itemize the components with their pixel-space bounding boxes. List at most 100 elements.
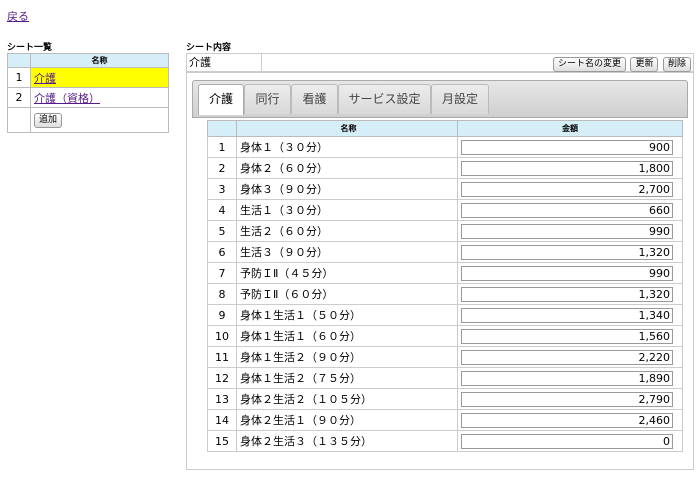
amount-input[interactable]	[461, 433, 673, 449]
add-sheet-button[interactable]: 追加	[34, 113, 63, 128]
fee-row-name: 身体２生活３（１３５分）	[236, 430, 458, 452]
fee-row-num: 7	[207, 262, 237, 284]
fee-row-amount-cell	[457, 157, 683, 179]
fee-row-name: 生活１（３０分）	[236, 199, 458, 221]
tab-service-settings[interactable]: サービス設定	[338, 84, 431, 114]
fee-table-row: 4 生活１（３０分）	[207, 199, 683, 221]
fee-row-amount-cell	[457, 409, 683, 431]
amount-input[interactable]	[461, 370, 673, 386]
fee-table-row: 9 身体１生活１（５０分）	[207, 304, 683, 326]
amount-input[interactable]	[461, 202, 673, 218]
fee-table-row: 1 身体１（３０分）	[207, 136, 683, 158]
sheet-list-header-num	[7, 53, 31, 68]
sheet-link-kaigo-shikaku[interactable]: 介護（資格）	[34, 92, 100, 105]
amount-input[interactable]	[461, 223, 673, 239]
fee-row-num: 8	[207, 283, 237, 305]
fee-table-row: 8 予防ＩⅡ（６０分）	[207, 283, 683, 305]
tab-kaigo[interactable]: 介護	[198, 84, 244, 115]
sheet-action-buttons: シート名の変更 更新 削除	[552, 56, 691, 72]
amount-input[interactable]	[461, 412, 673, 428]
fee-row-amount-cell	[457, 325, 683, 347]
fee-row-amount-cell	[457, 178, 683, 200]
fee-row-amount-cell	[457, 136, 683, 158]
fee-table-header-name: 名称	[236, 120, 458, 137]
fee-row-name: 予防ＩⅡ（６０分）	[236, 283, 458, 305]
amount-input[interactable]	[461, 244, 673, 260]
fee-row-name: 予防ＩⅡ（４５分）	[236, 262, 458, 284]
fee-row-name: 身体３（９０分）	[236, 178, 458, 200]
amount-input[interactable]	[461, 307, 673, 323]
amount-input[interactable]	[461, 328, 673, 344]
tab-doko[interactable]: 同行	[244, 84, 291, 114]
fee-row-name: 身体１生活２（７５分）	[236, 367, 458, 389]
sheet-list-row-num: 1	[7, 67, 31, 88]
sheet-list-row-name: 介護（資格）	[30, 87, 169, 108]
fee-row-num: 14	[207, 409, 237, 431]
sheet-list-row-name: 介護	[30, 67, 169, 88]
fee-row-name: 身体２生活１（９０分）	[236, 409, 458, 431]
sheet-list-row: 1 介護	[7, 67, 169, 88]
fee-row-name: 身体１生活１（６０分）	[236, 325, 458, 347]
amount-input[interactable]	[461, 265, 673, 281]
fee-row-num: 10	[207, 325, 237, 347]
sheet-content-panel: 介護 同行 看護 サービス設定 月設定 名称 金額 1身体１（３０分）2身体２（…	[186, 72, 694, 470]
fee-table-row: 3 身体３（９０分）	[207, 178, 683, 200]
fee-table-row: 7 予防ＩⅡ（４５分）	[207, 262, 683, 284]
fee-table-row: 11 身体１生活２（９０分）	[207, 346, 683, 368]
fee-row-num: 5	[207, 220, 237, 242]
fee-row-amount-cell	[457, 262, 683, 284]
tab-kango[interactable]: 看護	[291, 84, 338, 114]
fee-table-row: 2 身体２（６０分）	[207, 157, 683, 179]
fee-row-name: 身体２生活２（１０５分）	[236, 388, 458, 410]
fee-table-header-amount: 金額	[457, 120, 683, 137]
fee-row-name: 身体１生活２（９０分）	[236, 346, 458, 368]
fee-row-num: 12	[207, 367, 237, 389]
back-link[interactable]: 戻る	[7, 8, 29, 24]
amount-input[interactable]	[461, 160, 673, 176]
fee-row-num: 11	[207, 346, 237, 368]
fee-table-header-row: 名称 金額	[207, 120, 683, 137]
fee-row-amount-cell	[457, 367, 683, 389]
fee-row-name: 身体１（３０分）	[236, 136, 458, 158]
fee-row-num: 6	[207, 241, 237, 263]
fee-row-amount-cell	[457, 199, 683, 221]
fee-row-num: 3	[207, 178, 237, 200]
sheet-list-row-num: 2	[7, 87, 31, 108]
fee-row-amount-cell	[457, 304, 683, 326]
rename-sheet-button[interactable]: シート名の変更	[552, 57, 626, 72]
sheet-list-add-row: 追加	[7, 107, 169, 133]
fee-row-name: 身体１生活１（５０分）	[236, 304, 458, 326]
fee-table-row: 14 身体２生活１（９０分）	[207, 409, 683, 431]
tab-month-settings[interactable]: 月設定	[431, 84, 489, 114]
fee-row-name: 身体２（６０分）	[236, 157, 458, 179]
fee-row-amount-cell	[457, 430, 683, 452]
fee-table-row: 15 身体２生活３（１３５分）	[207, 430, 683, 452]
fee-table-row: 5 生活２（６０分）	[207, 220, 683, 242]
fee-row-num: 2	[207, 157, 237, 179]
amount-input[interactable]	[461, 349, 673, 365]
fee-row-num: 1	[207, 136, 237, 158]
amount-input[interactable]	[461, 391, 673, 407]
sheet-list-header-row: 名称	[7, 53, 169, 68]
sheet-list-add-cell: 追加	[30, 107, 169, 133]
delete-button[interactable]: 削除	[662, 57, 691, 72]
fee-table-header-num	[207, 120, 237, 137]
fee-row-num: 9	[207, 304, 237, 326]
fee-row-amount-cell	[457, 241, 683, 263]
fee-table-row: 6 生活３（９０分）	[207, 241, 683, 263]
sheet-list-title: シート一覧	[7, 43, 53, 53]
sheet-content-header: 介護 シート名の変更 更新 削除	[186, 53, 694, 72]
amount-input[interactable]	[461, 139, 673, 155]
fee-table: 名称 金額 1身体１（３０分）2身体２（６０分）3身体３（９０分）4生活１（３０…	[207, 120, 683, 452]
fee-row-amount-cell	[457, 346, 683, 368]
amount-input[interactable]	[461, 181, 673, 197]
sheet-link-kaigo[interactable]: 介護	[34, 72, 56, 85]
fee-row-amount-cell	[457, 388, 683, 410]
sheet-list-add-row-num	[7, 107, 31, 133]
amount-input[interactable]	[461, 286, 673, 302]
update-button[interactable]: 更新	[630, 57, 659, 72]
fee-row-amount-cell	[457, 220, 683, 242]
fee-row-amount-cell	[457, 283, 683, 305]
fee-row-num: 13	[207, 388, 237, 410]
sheet-content-title: シート内容	[186, 43, 232, 53]
